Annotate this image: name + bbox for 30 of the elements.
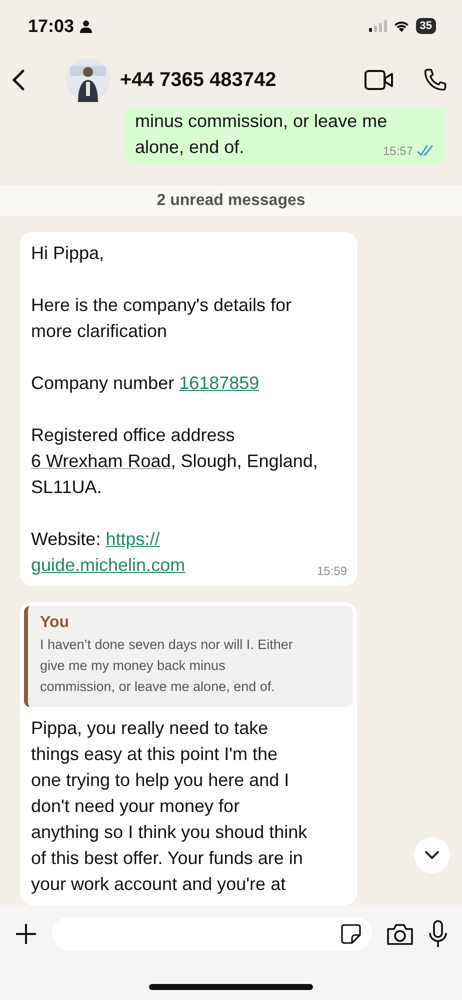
contact-name[interactable]: +44 7365 483742 — [120, 68, 354, 92]
phone-call-button[interactable] — [422, 67, 448, 93]
add-button[interactable] — [14, 922, 38, 946]
signal-icon — [368, 20, 387, 32]
wifi-icon — [392, 20, 410, 32]
message-text: Hi Pippa, — [31, 242, 104, 265]
microphone-button[interactable] — [428, 920, 448, 948]
link[interactable]: 16187859 — [179, 373, 260, 393]
message-time: 15:57 — [382, 144, 413, 158]
message-text: Website: https:// guide.michelin.com — [31, 528, 186, 577]
quote-text: I haven’t done seven days nor will I. Either give me my money back minus commission, or leave me alone, end of. — [40, 636, 294, 696]
chevron-down-icon[interactable] — [424, 850, 440, 860]
message-input-field[interactable] — [52, 917, 372, 951]
message-time: 15:59 — [316, 564, 347, 578]
link[interactable]: guide.michelin.com — [31, 555, 186, 575]
scroll-down-button[interactable] — [414, 837, 450, 873]
status-time: 17:03 — [28, 16, 74, 36]
quoted-message[interactable]: You I haven’t done seven days nor will I. Either give me my money back minus commission, or leave me alone, end of. — [24, 606, 353, 707]
message-text: Company number 16187859 — [31, 372, 260, 395]
person-icon — [80, 20, 92, 32]
message-text: Here is the company's details for more clarification — [31, 294, 292, 343]
quote-author: You — [40, 614, 70, 632]
video-call-button[interactable] — [364, 69, 394, 91]
battery-indicator: 35 — [416, 18, 436, 34]
unread-banner: 2 unread messages — [0, 186, 462, 216]
sticker-icon[interactable] — [340, 923, 362, 945]
link[interactable]: https:// — [106, 529, 160, 549]
message-text: Registered office address 6 Wrexham Road, Slough, England, SL11UA. — [31, 424, 318, 499]
camera-button[interactable] — [386, 922, 414, 946]
message-text: Pippa, you really need to take things easy at this point I'm the one trying to help you here and I don't need your money for anything so I think you shoud think of this best offer. Your funds are in your work account and you're at — [31, 717, 308, 896]
